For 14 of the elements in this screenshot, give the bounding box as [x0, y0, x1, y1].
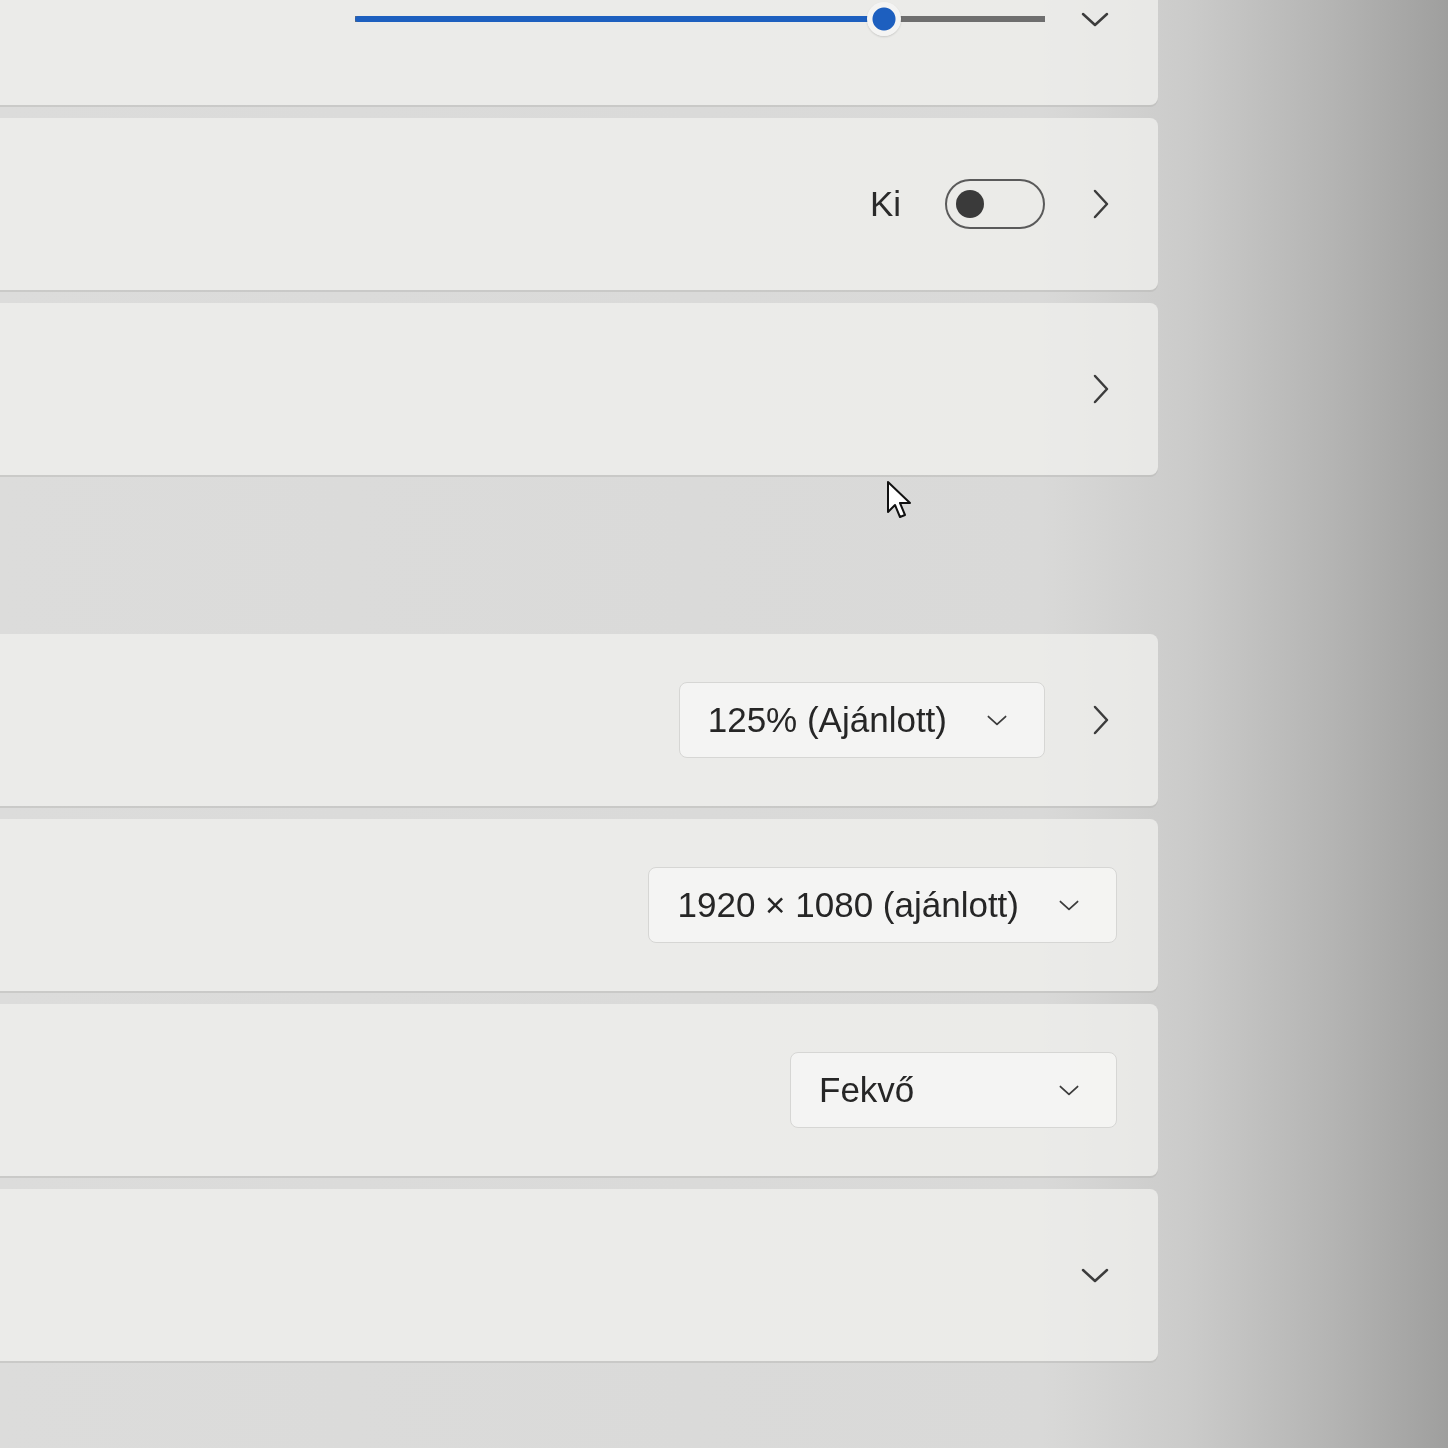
settings-card[interactable]: Fekvő — [0, 1004, 1158, 1176]
toggle-state-label: Ki — [869, 184, 901, 224]
settings-card[interactable]: Ki — [0, 118, 1158, 290]
chevron-down-icon — [1059, 899, 1079, 911]
toggle-switch[interactable] — [945, 179, 1045, 229]
dropdown-button[interactable]: 125% (Ajánlott) — [678, 682, 1045, 758]
dropdown-button[interactable]: Fekvő — [790, 1052, 1117, 1128]
chevron-down-icon — [987, 714, 1007, 726]
settings-card[interactable]: 125% (Ajánlott) — [0, 634, 1158, 806]
chevron-down-icon — [1059, 1084, 1079, 1096]
slider-thumb[interactable] — [866, 2, 901, 36]
dropdown-button[interactable]: 1920 × 1080 (ajánlott) — [648, 867, 1117, 943]
settings-card[interactable]: 1920 × 1080 (ajánlott) — [0, 819, 1158, 991]
cursor-icon — [886, 480, 912, 520]
